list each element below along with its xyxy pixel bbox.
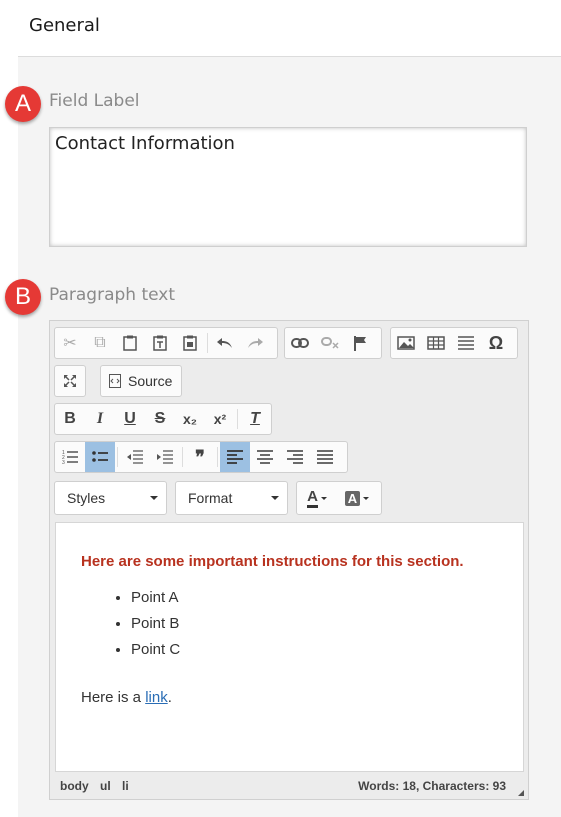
- horizontal-line-icon[interactable]: [451, 328, 481, 358]
- numbered-list-icon[interactable]: 123: [55, 442, 85, 472]
- list-item: Point B: [131, 611, 180, 637]
- align-center-icon[interactable]: [250, 442, 280, 472]
- badge-b: B: [5, 279, 41, 315]
- strikethrough-button[interactable]: S: [145, 404, 175, 434]
- maximize-group: [54, 365, 86, 397]
- special-char-icon[interactable]: Ω: [481, 328, 511, 358]
- paragraph-group: 123 ❞: [54, 441, 348, 473]
- italic-button[interactable]: I: [85, 404, 115, 434]
- align-left-icon[interactable]: [220, 442, 250, 472]
- path-item-body[interactable]: body: [60, 779, 89, 793]
- blockquote-icon[interactable]: ❞: [185, 442, 215, 472]
- paste-text-icon[interactable]: [145, 328, 175, 358]
- editor-statusbar: body ul li Words: 18, Characters: 93: [50, 773, 528, 799]
- cut-icon[interactable]: ✂: [55, 328, 85, 358]
- field-label-heading: Field Label: [49, 91, 140, 111]
- source-group: Source: [100, 365, 182, 397]
- insert-group: Ω: [390, 327, 518, 359]
- svg-text:3: 3: [62, 460, 65, 464]
- align-right-icon[interactable]: [280, 442, 310, 472]
- paragraph-suffix: .: [167, 689, 172, 706]
- remove-format-button[interactable]: T: [240, 404, 270, 434]
- bullet-list: Point A Point B Point C: [81, 585, 180, 663]
- path-item-ul[interactable]: ul: [100, 779, 111, 793]
- paste-icon[interactable]: [115, 328, 145, 358]
- outdent-icon[interactable]: [120, 442, 150, 472]
- chevron-down-icon: [150, 496, 158, 500]
- undo-icon[interactable]: [210, 328, 240, 358]
- chevron-down-icon: [271, 496, 279, 500]
- source-button[interactable]: Source: [101, 366, 180, 396]
- link-group: [284, 327, 382, 359]
- text-color-icon: A: [307, 488, 318, 508]
- clipboard-group: ✂ ⧉: [54, 327, 278, 359]
- copy-icon[interactable]: ⧉: [85, 328, 115, 358]
- toolbar-separator: [237, 409, 238, 429]
- toolbar-separator: [182, 447, 183, 467]
- paragraph-prefix: Here is a: [81, 689, 146, 706]
- toolbar-separator: [207, 333, 208, 353]
- styles-dropdown[interactable]: Styles: [54, 481, 167, 515]
- chevron-down-icon: [363, 496, 370, 500]
- color-group: A A: [296, 481, 382, 515]
- editor-content-area[interactable]: Here are some important instructions for…: [55, 522, 524, 772]
- table-icon[interactable]: [421, 328, 451, 358]
- bulleted-list-icon[interactable]: [85, 442, 115, 472]
- anchor-flag-icon[interactable]: [345, 328, 375, 358]
- source-label: Source: [128, 373, 173, 389]
- paragraph-line: Here is a link.: [81, 689, 172, 706]
- path-item-li[interactable]: li: [122, 779, 129, 793]
- resize-handle-icon[interactable]: [518, 790, 524, 796]
- paragraph-text-heading: Paragraph text: [49, 285, 176, 305]
- toolbar-separator: [217, 447, 218, 467]
- paste-word-icon[interactable]: [175, 328, 205, 358]
- background-color-button[interactable]: A: [337, 483, 377, 513]
- instructions-heading: Here are some important instructions for…: [81, 553, 464, 570]
- element-path: body ul li: [60, 779, 137, 793]
- rich-text-editor: ✂ ⧉ Ω Source B I U S x₂ x² T 1 2 3 ❞ Sty…: [49, 320, 529, 800]
- source-icon: [109, 374, 121, 388]
- background-color-icon: A: [344, 490, 361, 506]
- chevron-down-icon: [320, 496, 327, 500]
- format-label: Format: [188, 490, 233, 506]
- list-item: Point C: [131, 637, 180, 663]
- link-icon[interactable]: [285, 328, 315, 358]
- bold-button[interactable]: B: [55, 404, 85, 434]
- list-item: Point A: [131, 585, 180, 611]
- content-link[interactable]: link: [145, 689, 168, 706]
- redo-icon[interactable]: [240, 328, 270, 358]
- basic-styles-group: B I U S x₂ x² T: [54, 403, 272, 435]
- text-color-button[interactable]: A: [297, 483, 337, 513]
- section-header: General: [18, 0, 561, 57]
- unlink-icon[interactable]: [315, 328, 345, 358]
- image-icon[interactable]: [391, 328, 421, 358]
- toolbar-separator: [117, 447, 118, 467]
- superscript-button[interactable]: x²: [205, 404, 235, 434]
- subscript-button[interactable]: x₂: [175, 404, 205, 434]
- field-label-input[interactable]: Contact Information: [49, 127, 527, 247]
- format-dropdown[interactable]: Format: [175, 481, 288, 515]
- indent-icon[interactable]: [150, 442, 180, 472]
- underline-button[interactable]: U: [115, 404, 145, 434]
- styles-label: Styles: [67, 490, 106, 506]
- maximize-icon[interactable]: [55, 366, 85, 396]
- badge-a: A: [5, 86, 41, 122]
- word-count: Words: 18, Characters: 93: [358, 779, 506, 793]
- justify-icon[interactable]: [310, 442, 340, 472]
- section-title: General: [29, 15, 100, 36]
